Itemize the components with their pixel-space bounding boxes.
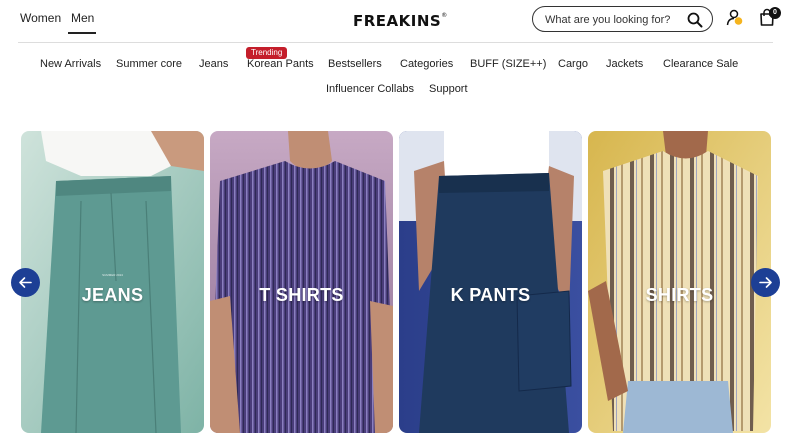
card-small-text: SUMMER 2024 (102, 273, 123, 277)
search-icon[interactable] (687, 12, 703, 28)
nav-item-cargo[interactable]: Cargo (558, 58, 588, 70)
jeans-model-image (21, 131, 204, 433)
nav-item-jackets[interactable]: Jackets (606, 58, 643, 70)
arrow-left-icon (19, 277, 32, 288)
kpants-model-image (399, 131, 582, 433)
nav-item-summer-core[interactable]: Summer core (116, 58, 182, 70)
tab-women[interactable]: Women (20, 11, 61, 25)
nav-item-clearance-sale[interactable]: Clearance Sale (663, 58, 738, 70)
category-label: SHIRTS (645, 285, 714, 305)
nav-item-influencer-collabs[interactable]: Influencer Collabs (326, 83, 414, 95)
category-carousel: SUMMER 2024 JEANS T SHIRTS K PANTS SHIRT… (0, 131, 791, 434)
header: Women Men FREAKINS® 0 (0, 0, 791, 42)
nav-item-korean-pants[interactable]: Korean Pants (247, 58, 314, 70)
carousel-next-button[interactable] (751, 268, 780, 297)
nav-item-categories[interactable]: Categories (400, 58, 453, 70)
category-card-jeans[interactable]: SUMMER 2024 JEANS (21, 131, 204, 433)
nav-item-buff-size[interactable]: BUFF (SIZE++) (470, 58, 546, 70)
nav-item-new-arrivals[interactable]: New Arrivals (40, 58, 101, 70)
category-label: K PANTS (450, 285, 531, 305)
category-label: T SHIRTS (259, 285, 344, 305)
nav-item-support[interactable]: Support (429, 83, 468, 95)
category-card-k-pants[interactable]: K PANTS (399, 131, 582, 433)
user-icon[interactable] (726, 9, 743, 26)
search-box[interactable] (532, 6, 713, 32)
tshirt-model-image (210, 131, 393, 433)
header-divider (18, 42, 773, 43)
nav-item-jeans[interactable]: Jeans (199, 58, 228, 70)
category-label: JEANS (81, 285, 144, 305)
nav-item-bestsellers[interactable]: Bestsellers (328, 58, 382, 70)
arrow-right-icon (759, 277, 772, 288)
cart-count-badge: 0 (769, 7, 781, 19)
category-card-shirts[interactable]: SHIRTS (588, 131, 771, 433)
brand-logo[interactable]: FREAKINS® (353, 12, 448, 30)
search-input[interactable] (545, 11, 685, 28)
shirts-model-image (588, 131, 771, 433)
category-card-t-shirts[interactable]: T SHIRTS (210, 131, 393, 433)
tab-men[interactable]: Men (71, 11, 94, 25)
active-tab-underline (68, 32, 96, 34)
carousel-prev-button[interactable] (11, 268, 40, 297)
